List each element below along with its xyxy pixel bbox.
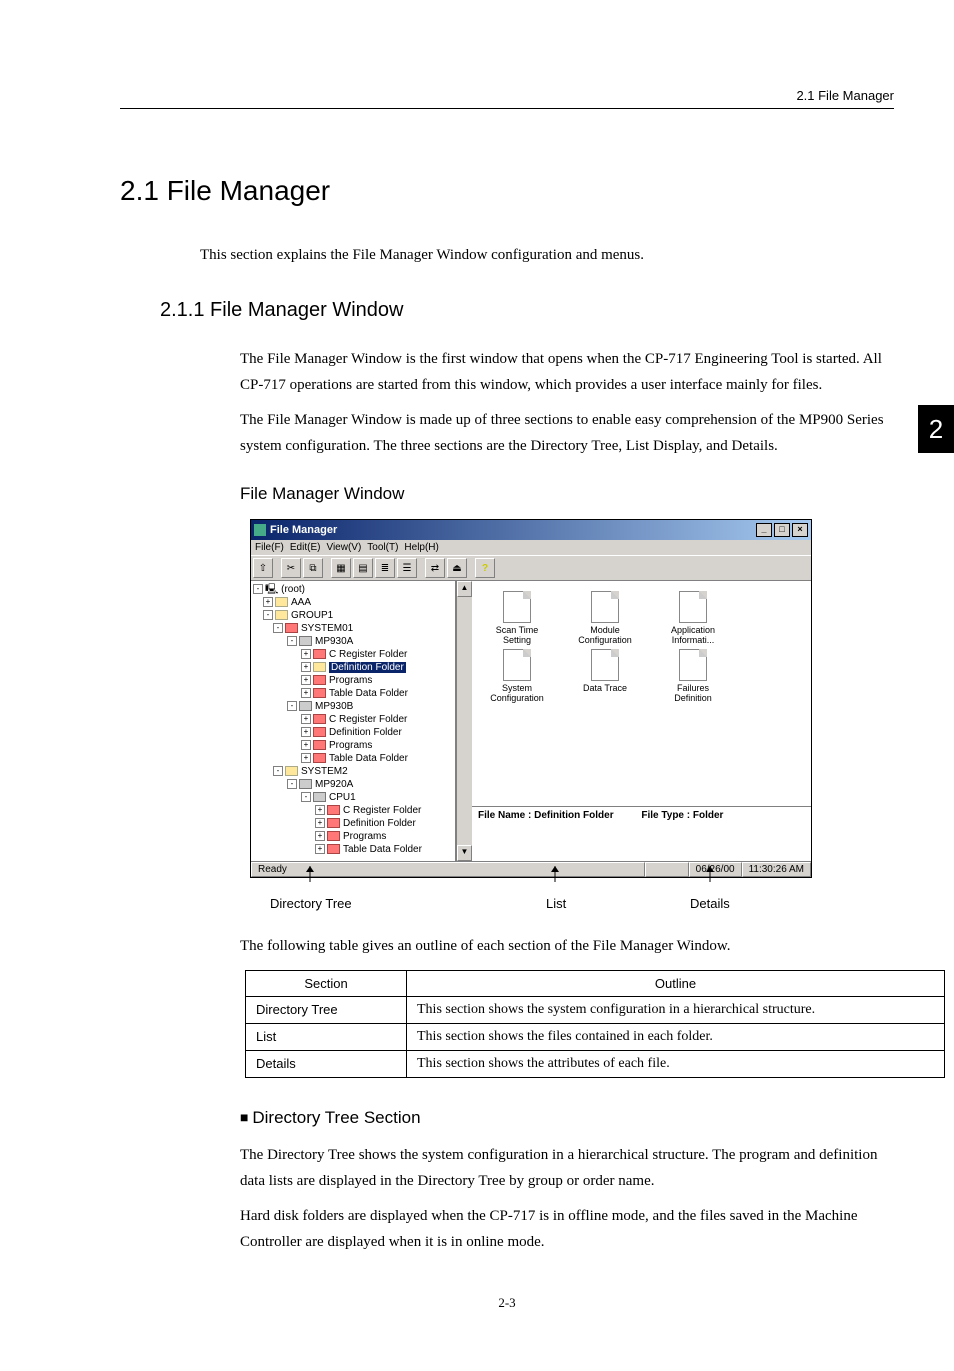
tree-node[interactable]: +C Register Folder: [253, 713, 453, 726]
body-paragraph: Hard disk folders are displayed when the…: [240, 1204, 894, 1255]
small-icons-icon[interactable]: ▤: [353, 558, 373, 578]
tree-node[interactable]: -SYSTEM2: [253, 765, 453, 778]
callout-details: Details: [690, 896, 730, 911]
online-icon[interactable]: ⇄: [425, 558, 445, 578]
running-header: 2.1 File Manager: [796, 88, 894, 103]
offline-icon[interactable]: ⏏: [447, 558, 467, 578]
minimize-button[interactable]: _: [756, 523, 772, 537]
file-list[interactable]: Scan Time Setting Module Configuration App…: [472, 581, 811, 806]
list-item[interactable]: Data Trace: [570, 649, 640, 703]
tree-node[interactable]: -MP930B: [253, 700, 453, 713]
table-cell: Details: [246, 1051, 407, 1078]
directory-tree[interactable]: -🖳 (root) +AAA-GROUP1-SYSTEM01-MP930A+C …: [251, 581, 456, 861]
copy-icon[interactable]: ⧉: [303, 558, 323, 578]
table-intro: The following table gives an outline of …: [240, 938, 894, 955]
cut-icon[interactable]: ✂: [281, 558, 301, 578]
file-manager-window: File Manager _ □ × File(F) Edit(E) View(…: [250, 519, 812, 878]
table-header: Outline: [407, 971, 945, 997]
list-item[interactable]: Application Informati...: [658, 591, 728, 645]
tree-node[interactable]: +Definition Folder: [253, 661, 453, 674]
menu-tool[interactable]: Tool(T): [367, 542, 398, 553]
scroll-up-icon[interactable]: ▲: [457, 581, 472, 597]
details-name-label: File Name :: [478, 810, 531, 821]
subsection-heading: 2.1.1 File Manager Window: [160, 299, 894, 322]
close-button[interactable]: ×: [792, 523, 808, 537]
toolbar: ⇧ ✂ ⧉ ▦ ▤ ≣ ☰ ⇄ ⏏ ?: [251, 555, 811, 581]
up-folder-icon[interactable]: ⇧: [253, 558, 273, 578]
table-cell: This section shows the system configurat…: [407, 997, 945, 1024]
table-cell: Directory Tree: [246, 997, 407, 1024]
list-item[interactable]: System Configuration: [482, 649, 552, 703]
menubar[interactable]: File(F) Edit(E) View(V) Tool(T) Help(H): [251, 540, 811, 555]
list-view-icon[interactable]: ≣: [375, 558, 395, 578]
maximize-button[interactable]: □: [774, 523, 790, 537]
details-view-icon[interactable]: ☰: [397, 558, 417, 578]
app-icon: [254, 524, 266, 536]
menu-help[interactable]: Help(H): [404, 542, 438, 553]
tree-node[interactable]: +Table Data Folder: [253, 843, 453, 856]
list-item[interactable]: Module Configuration: [570, 591, 640, 645]
tree-node[interactable]: -GROUP1: [253, 609, 453, 622]
menu-file[interactable]: File(F): [255, 542, 284, 553]
table-header: Section: [246, 971, 407, 997]
page-number: 2-3: [120, 1295, 894, 1311]
details-type-value: Folder: [693, 810, 724, 821]
tree-node[interactable]: +AAA: [253, 596, 453, 609]
section-heading: 2.1 File Manager: [120, 175, 894, 207]
tree-scrollbar[interactable]: ▲ ▼: [456, 581, 472, 861]
details-name-value: Definition Folder: [534, 810, 613, 821]
callout-tree: Directory Tree: [270, 896, 352, 911]
tree-node[interactable]: +Table Data Folder: [253, 752, 453, 765]
table-cell: This section shows the attributes of eac…: [407, 1051, 945, 1078]
scroll-down-icon[interactable]: ▼: [457, 845, 472, 861]
callout-list: List: [546, 896, 566, 911]
table-cell: This section shows the files contained i…: [407, 1024, 945, 1051]
tree-node[interactable]: -MP920A: [253, 778, 453, 791]
tree-node[interactable]: +Definition Folder: [253, 726, 453, 739]
help-icon[interactable]: ?: [475, 558, 495, 578]
table-cell: List: [246, 1024, 407, 1051]
figure-heading: File Manager Window: [240, 484, 894, 504]
tree-node[interactable]: +C Register Folder: [253, 804, 453, 817]
list-item[interactable]: Scan Time Setting: [482, 591, 552, 645]
chapter-tab: 2: [918, 405, 954, 453]
tree-node[interactable]: +Programs: [253, 830, 453, 843]
menu-view[interactable]: View(V): [326, 542, 361, 553]
body-paragraph: The File Manager Window is the first win…: [240, 347, 894, 398]
tree-node[interactable]: -MP930A: [253, 635, 453, 648]
body-paragraph: The File Manager Window is made up of th…: [240, 408, 894, 459]
tree-node[interactable]: +Programs: [253, 674, 453, 687]
section-intro: This section explains the File Manager W…: [200, 247, 894, 264]
details-type-label: File Type :: [641, 810, 690, 821]
tree-node[interactable]: +C Register Folder: [253, 648, 453, 661]
tree-node[interactable]: -CPU1: [253, 791, 453, 804]
body-paragraph: The Directory Tree shows the system conf…: [240, 1143, 894, 1194]
titlebar: File Manager _ □ ×: [251, 520, 811, 540]
tree-node[interactable]: +Programs: [253, 739, 453, 752]
list-item[interactable]: Failures Definition: [658, 649, 728, 703]
window-title: File Manager: [270, 524, 337, 536]
header-rule: [120, 108, 894, 109]
tree-node[interactable]: +Table Data Folder: [253, 687, 453, 700]
bullet-heading: Directory Tree Section: [240, 1108, 894, 1128]
tree-node[interactable]: +Definition Folder: [253, 817, 453, 830]
large-icons-icon[interactable]: ▦: [331, 558, 351, 578]
outline-table: Section Outline Directory Tree This sect…: [245, 970, 945, 1078]
tree-node[interactable]: -SYSTEM01: [253, 622, 453, 635]
details-pane: File Name : Definition Folder File Type …: [472, 806, 811, 861]
menu-edit[interactable]: Edit(E): [290, 542, 321, 553]
